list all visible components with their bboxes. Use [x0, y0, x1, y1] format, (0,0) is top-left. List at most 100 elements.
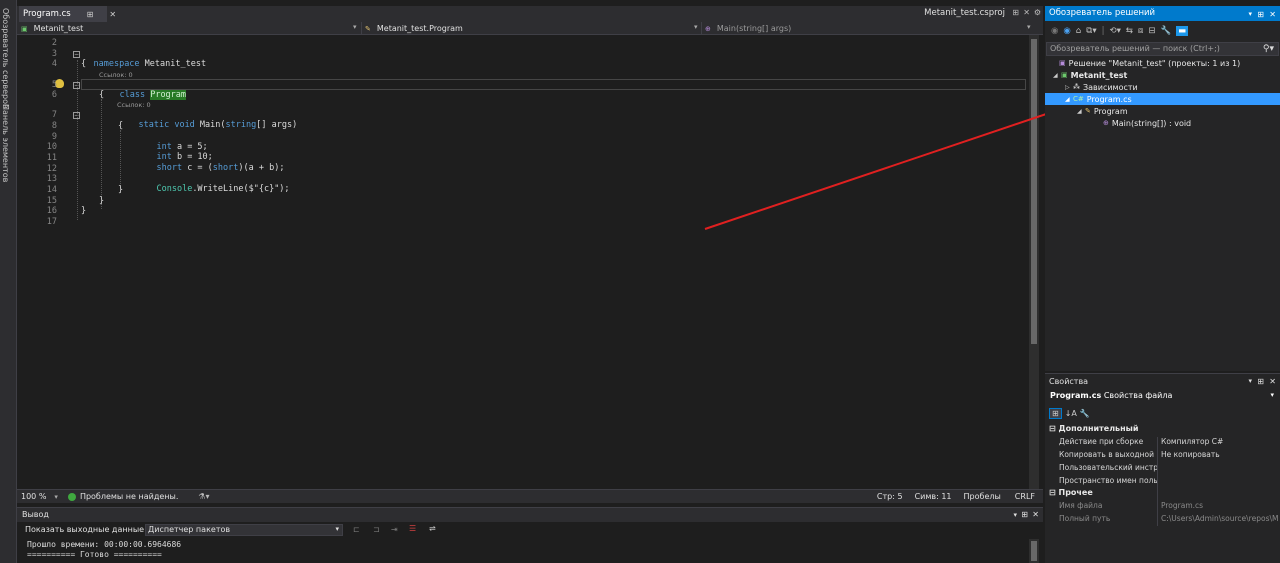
- class-dropdown[interactable]: ✎ Metanit_test.Program: [365, 23, 463, 34]
- expanded-icon[interactable]: ◢: [1065, 96, 1073, 103]
- property-row[interactable]: Действие при сборке Компилятор C#: [1045, 437, 1280, 449]
- gear-icon[interactable]: ⚙: [1034, 8, 1041, 17]
- codelens-references[interactable]: Ссылок: 0: [117, 101, 151, 109]
- codelens-references[interactable]: Ссылок: 0: [99, 71, 133, 79]
- property-value[interactable]: [1157, 463, 1280, 475]
- close-icon[interactable]: ✕: [1023, 8, 1030, 17]
- properties-object-selector[interactable]: Program.cs Свойства файла ▾: [1045, 391, 1280, 403]
- pin-icon[interactable]: ⊞: [1021, 508, 1028, 522]
- property-value[interactable]: Не копировать: [1157, 450, 1280, 462]
- expanded-icon[interactable]: ◢: [1077, 108, 1085, 115]
- solution-explorer: Обозреватель решений ▾ ⊞ ✕ ◉ ◉ ⌂ ⧉▾ | ⟲▾…: [1045, 6, 1280, 371]
- properties-wrench-icon[interactable]: 🔧: [1161, 26, 1172, 36]
- back-icon[interactable]: ◉: [1051, 26, 1058, 36]
- toolbox-tab[interactable]: Панель элементов: [1, 104, 10, 182]
- zoom-level[interactable]: 100 %: [21, 492, 46, 501]
- chevron-down-icon[interactable]: ▾: [1270, 391, 1274, 399]
- pin-icon[interactable]: ⊞: [1257, 374, 1264, 389]
- tab-project-file[interactable]: Metanit_test.csproj: [924, 8, 1005, 18]
- code-editor[interactable]: 2 3 4 5 6 7 8 9 10 11 12 13 14 15 16 17 …: [17, 35, 1043, 489]
- output-scrollbar[interactable]: [1029, 539, 1039, 563]
- chevron-down-icon[interactable]: ▾: [1027, 23, 1031, 31]
- chevron-down-icon[interactable]: ▾: [1013, 508, 1017, 522]
- close-icon[interactable]: ✕: [1032, 508, 1039, 522]
- find-next-icon[interactable]: ⊐: [373, 525, 380, 534]
- issues-status[interactable]: Проблемы не найдены.: [80, 492, 178, 501]
- property-row[interactable]: Пространство имен польз: [1045, 476, 1280, 488]
- property-row[interactable]: Копировать в выходной ка Не копировать: [1045, 450, 1280, 462]
- code-line-14: }: [118, 185, 124, 195]
- close-icon[interactable]: ✕: [1269, 374, 1276, 389]
- pin-icon[interactable]: ⊞: [1012, 8, 1019, 17]
- line-indicator[interactable]: Стр: 5: [877, 492, 903, 501]
- collapse-icon[interactable]: ⊟: [1049, 424, 1056, 433]
- editor-scrollbar[interactable]: [1029, 35, 1039, 489]
- indent-mode[interactable]: Пробелы: [964, 492, 1001, 501]
- tree-item-label: Зависимости: [1083, 82, 1138, 92]
- property-key: Полный путь: [1059, 514, 1111, 523]
- type-name: Console: [156, 184, 193, 194]
- tree-item-dependencies[interactable]: ▷ ⁂ Зависимости: [1045, 81, 1280, 93]
- output-title-label: Вывод: [22, 510, 49, 519]
- collapsed-icon[interactable]: ▷: [1065, 84, 1073, 91]
- properties-toolbar: ⊞ ↓A 🔧: [1045, 406, 1090, 420]
- word-wrap-icon[interactable]: ⇌: [429, 524, 436, 533]
- close-icon[interactable]: ✕: [1269, 7, 1276, 22]
- scrollbar-thumb[interactable]: [1031, 541, 1037, 561]
- find-prev-icon[interactable]: ⊏: [353, 525, 360, 534]
- home-icon[interactable]: ⌂: [1076, 26, 1081, 36]
- chevron-down-icon[interactable]: ▾: [353, 23, 357, 31]
- divider: [701, 22, 702, 35]
- chevron-down-icon[interactable]: ▾: [1248, 374, 1252, 389]
- member-dropdown[interactable]: ⊕ Main(string[] args): [705, 23, 791, 34]
- property-row[interactable]: Имя файла Program.cs: [1045, 501, 1280, 513]
- tab-program-cs[interactable]: Program.cs ⊞ ✕: [19, 6, 116, 22]
- switch-views-icon[interactable]: ⧉▾: [1086, 26, 1096, 36]
- pin-icon[interactable]: ⊞: [87, 10, 94, 19]
- line-number: 9: [51, 132, 57, 142]
- expanded-icon[interactable]: ◢: [1053, 72, 1061, 79]
- server-explorer-tab[interactable]: Обозреватель серверов: [1, 8, 10, 109]
- alphabetical-icon[interactable]: ↓A: [1065, 409, 1077, 418]
- code-cleanup-icon[interactable]: ⚗▾: [198, 492, 209, 501]
- solution-search-input[interactable]: Обозреватель решений — поиск (Ctrl+;) ⚲▾: [1046, 42, 1279, 56]
- line-number: 14: [46, 185, 57, 195]
- show-all-files-icon[interactable]: ⊟: [1148, 26, 1155, 36]
- chevron-down-icon[interactable]: ▾: [694, 23, 698, 31]
- collapse-icon[interactable]: ⊟: [1049, 488, 1056, 497]
- pending-changes-icon[interactable]: ⟲▾: [1109, 26, 1120, 36]
- property-category[interactable]: ⊟ Прочее: [1045, 488, 1280, 500]
- project-dropdown[interactable]: ▣ Metanit_test: [21, 23, 83, 34]
- tree-item-label: Metanit_test: [1070, 70, 1128, 80]
- tree-item-program-cs[interactable]: ◢ C# Program.cs: [1045, 93, 1280, 105]
- pin-icon[interactable]: ⊞: [1257, 7, 1264, 22]
- chevron-down-icon[interactable]: ▾: [54, 493, 58, 501]
- output-source-dropdown[interactable]: Диспетчер пакетов ▾: [145, 524, 343, 536]
- tree-item-project[interactable]: ◢ ▣ Metanit_test: [1045, 69, 1280, 81]
- properties-title-label: Свойства: [1049, 377, 1089, 386]
- forward-icon[interactable]: ◉: [1063, 26, 1070, 36]
- property-category[interactable]: ⊟ Дополнительный: [1045, 424, 1280, 436]
- chevron-down-icon[interactable]: ▾: [1248, 7, 1252, 22]
- column-indicator[interactable]: Симв: 11: [915, 492, 952, 501]
- scrollbar-thumb[interactable]: [1031, 39, 1037, 344]
- preview-selected-icon[interactable]: ▬: [1176, 25, 1189, 36]
- output-source-value: Диспетчер пакетов: [148, 525, 231, 534]
- goto-icon[interactable]: ⇥: [391, 525, 398, 534]
- sync-icon[interactable]: ⇆: [1126, 26, 1133, 36]
- tree-item-solution[interactable]: ▣ Решение "Metanit_test" (проекты: 1 из …: [1045, 57, 1280, 69]
- line-ending[interactable]: CRLF: [1015, 492, 1035, 501]
- clear-all-icon[interactable]: ☰: [409, 524, 416, 533]
- property-value[interactable]: [1157, 476, 1280, 488]
- search-icon[interactable]: ⚲▾: [1263, 43, 1274, 55]
- property-pages-icon[interactable]: 🔧: [1080, 409, 1090, 418]
- property-value[interactable]: Компилятор C#: [1157, 437, 1280, 449]
- column-divider[interactable]: [1157, 437, 1158, 526]
- categorized-icon[interactable]: ⊞: [1049, 407, 1062, 419]
- collapse-all-icon[interactable]: ⧈: [1138, 26, 1143, 36]
- tree-item-main-method[interactable]: ⊕ Main(string[]) : void: [1045, 117, 1280, 129]
- close-icon[interactable]: ✕: [109, 10, 116, 19]
- property-row[interactable]: Полный путь C:\Users\Admin\source\repos\…: [1045, 514, 1280, 526]
- property-row[interactable]: Пользовательский инстру: [1045, 463, 1280, 475]
- tree-item-program-class[interactable]: ◢ ✎ Program: [1045, 105, 1280, 117]
